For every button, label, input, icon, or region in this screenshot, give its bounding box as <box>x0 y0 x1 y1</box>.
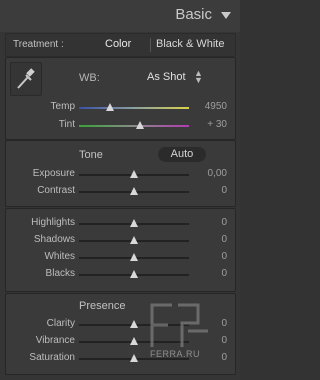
watermark-logo <box>150 303 208 347</box>
slider-value[interactable]: 4950 <box>205 101 227 112</box>
slider-label: Whites <box>44 251 75 262</box>
slider-row: Blacks 0 <box>6 268 235 282</box>
slider-label: Tint <box>58 119 75 130</box>
slider-row: Whites 0 <box>6 251 235 265</box>
slider-label: Temp <box>50 101 75 112</box>
slider-value[interactable]: 0 <box>221 318 227 329</box>
panel-title: Basic <box>175 6 212 23</box>
slider-value[interactable]: 0 <box>221 185 227 196</box>
watermark-text: FERRA.RU <box>150 349 201 359</box>
treatment-label: Treatment : <box>13 39 64 50</box>
slider-value[interactable]: 0 <box>221 217 227 228</box>
slider-label: Exposure <box>32 168 75 179</box>
develop-basic-panel: Basic Treatment : Color Black & White WB… <box>0 0 240 380</box>
slider-thumb[interactable] <box>130 187 138 195</box>
slider-thumb[interactable] <box>130 253 138 261</box>
panel-header[interactable]: Basic <box>0 0 240 32</box>
slider-thumb[interactable] <box>135 121 144 129</box>
slider-value[interactable]: 0 <box>221 234 227 245</box>
slider-row: Contrast 0 <box>6 185 235 199</box>
slider-row: Highlights 0 <box>6 217 235 231</box>
temp-slider-track[interactable] <box>79 107 189 109</box>
slider-row: Tint + 30 <box>6 119 235 133</box>
slider-label: Shadows <box>33 234 75 245</box>
highlights-shadows-section: Highlights 0 Shadows 0 Whites 0 Blacks 0 <box>5 208 236 292</box>
slider-value[interactable]: 0,00 <box>208 168 227 179</box>
treatment-row: Treatment : Color Black & White <box>5 33 236 57</box>
wb-preset-select[interactable]: As Shot <box>147 71 186 83</box>
auto-tone-button[interactable]: Auto <box>158 147 206 162</box>
slider-thumb[interactable] <box>130 236 138 244</box>
slider-label: Highlights <box>31 217 75 228</box>
triangle-down-icon[interactable] <box>221 12 231 19</box>
slider-value[interactable]: 0 <box>221 268 227 279</box>
treatment-separator <box>150 38 151 52</box>
slider-thumb[interactable] <box>130 320 138 328</box>
slider-label: Saturation <box>29 352 75 363</box>
slider-thumb[interactable] <box>130 270 138 278</box>
slider-row: Shadows 0 <box>6 234 235 248</box>
white-balance-section: WB: As Shot ▲ ▼ Temp 4950 Tint + 30 <box>5 57 236 140</box>
eyedropper-icon <box>17 68 35 89</box>
treatment-color-button[interactable]: Color <box>105 38 131 50</box>
slider-value[interactable]: 0 <box>221 251 227 262</box>
tone-section: Tone Auto Exposure 0,00 Contrast 0 <box>5 140 236 207</box>
slider-value[interactable]: 0 <box>221 352 227 363</box>
slider-thumb[interactable] <box>130 354 138 362</box>
slider-label: Clarity <box>46 318 75 329</box>
slider-label: Vibrance <box>35 335 75 346</box>
slider-row: Saturation 0 <box>6 352 235 366</box>
slider-label: Blacks <box>45 268 75 279</box>
slider-row: Temp 4950 <box>6 101 235 115</box>
eyedropper-button[interactable] <box>10 62 42 96</box>
presence-title: Presence <box>79 300 126 312</box>
slider-value[interactable]: 0 <box>221 335 227 346</box>
select-arrows-icon[interactable]: ▲ ▼ <box>194 69 203 85</box>
slider-value[interactable]: + 30 <box>207 119 227 130</box>
slider-thumb[interactable] <box>105 103 114 111</box>
wb-label: WB: <box>79 72 100 84</box>
tint-slider-track[interactable] <box>79 125 189 127</box>
slider-row: Exposure 0,00 <box>6 168 235 182</box>
slider-label: Contrast <box>37 185 75 196</box>
treatment-bw-button[interactable]: Black & White <box>156 38 224 50</box>
slider-thumb[interactable] <box>130 337 138 345</box>
slider-thumb[interactable] <box>130 170 138 178</box>
slider-thumb[interactable] <box>130 219 138 227</box>
tone-title: Tone <box>79 149 103 161</box>
